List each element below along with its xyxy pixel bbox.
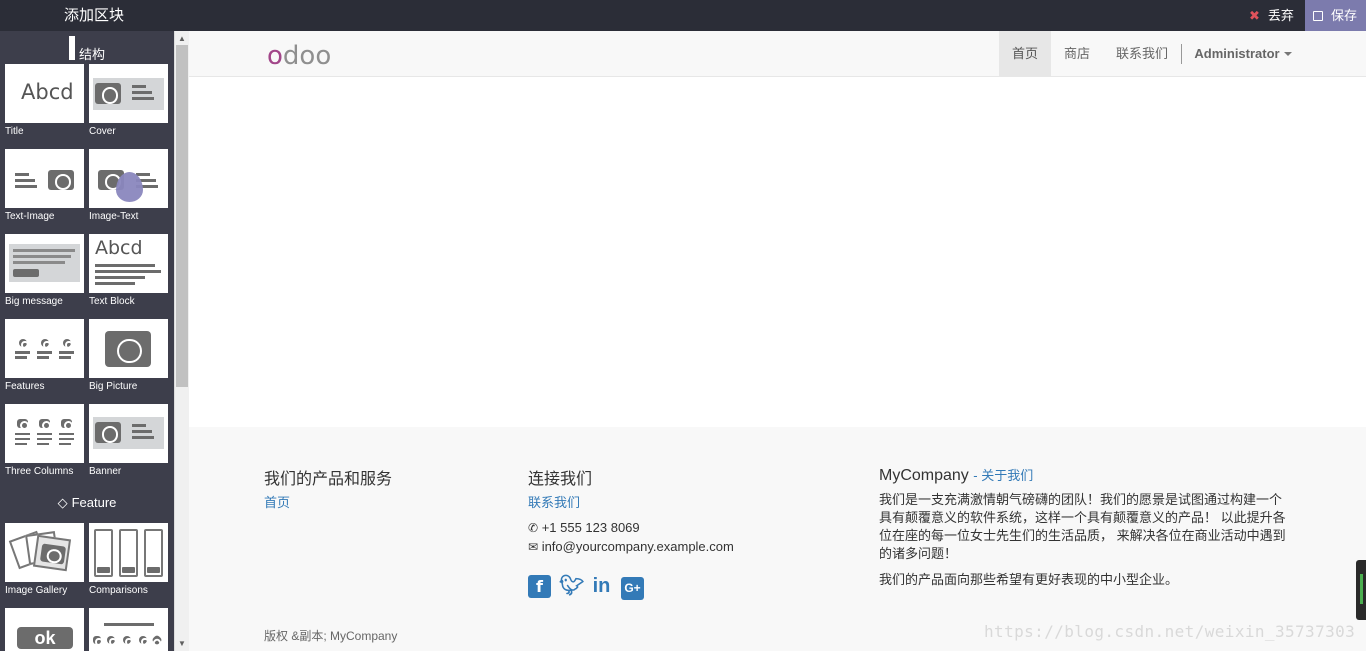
sidebar-scrollbar[interactable]: ▲ ▼ xyxy=(174,31,189,651)
snippet-text-block[interactable]: Abcd Text Block xyxy=(89,234,168,307)
features-icon xyxy=(5,319,84,378)
snippet-share[interactable] xyxy=(89,608,168,651)
about-paragraph: 我们是一支充满激情朝气磅礴的团队！我们的愿景是试图通过构建一个具有颠覆意义的软件… xyxy=(879,492,1286,561)
phone-icon: ✆ xyxy=(528,521,539,535)
email-address[interactable]: info@yourcompany.example.com xyxy=(542,539,734,554)
save-label: 保存 xyxy=(1331,8,1358,23)
th-large-icon xyxy=(68,36,75,60)
close-icon: ✖ xyxy=(1249,8,1260,23)
floppy-disk-icon xyxy=(1313,11,1323,21)
editor-topbar: 添加区块 ✖ 丢弃 保存 xyxy=(0,0,1366,31)
snippet-text-image[interactable]: Text-Image xyxy=(5,149,84,222)
snippet-title[interactable]: Abcd Title xyxy=(5,64,84,137)
caret-down-icon xyxy=(1283,52,1292,56)
gallery-icon xyxy=(5,523,84,582)
drag-cursor-indicator xyxy=(116,172,143,202)
footer-home-link[interactable]: 首页 xyxy=(264,492,290,511)
footer-about: 我们是一支充满激情朝气磅礴的团队！我们的愿景是试图通过构建一个具有颠覆意义的软件… xyxy=(879,491,1293,589)
discard-button[interactable]: ✖ 丢弃 xyxy=(1241,0,1305,31)
copyright: 版权 &副本; MyCompany xyxy=(264,629,398,643)
snippet-label: Title xyxy=(5,126,24,137)
ok-button-icon: ok xyxy=(5,608,84,651)
snippet-label: Cover xyxy=(89,126,116,137)
facebook-icon[interactable]: f xyxy=(528,575,551,598)
odoo-logo[interactable]: odoo xyxy=(267,41,331,71)
snippet-button[interactable]: ok xyxy=(5,608,84,651)
snippet-label: Comparisons xyxy=(89,585,148,596)
side-widget[interactable] xyxy=(1356,560,1366,620)
snippet-label: Features xyxy=(5,381,45,392)
scrollbar-thumb[interactable] xyxy=(176,45,188,387)
nav-home[interactable]: 首页 xyxy=(999,31,1051,76)
big-message-icon xyxy=(5,234,84,293)
discard-label: 丢弃 xyxy=(1267,8,1294,23)
footer-contact-link[interactable]: 联系我们 xyxy=(528,492,580,511)
camera-icon xyxy=(89,319,168,378)
google-plus-icon[interactable]: G+ xyxy=(621,577,644,600)
snippet-cover[interactable]: Cover xyxy=(89,64,168,137)
save-button[interactable]: 保存 xyxy=(1305,0,1366,31)
feature-title: Feature xyxy=(71,495,117,510)
structure-section-header: 结构 xyxy=(0,36,174,63)
snippet-image-gallery[interactable]: Image Gallery xyxy=(5,523,84,596)
footer-phone: ✆ +1 555 123 8069 xyxy=(528,520,640,535)
share-icon xyxy=(89,608,168,651)
about-us-link[interactable]: - 关于我们 xyxy=(973,468,1033,483)
snippet-big-picture[interactable]: Big Picture xyxy=(89,319,168,392)
text-camera-icon xyxy=(5,149,84,208)
social-links: f 🐦︎ in G+ xyxy=(528,575,652,600)
company-name: MyCompany xyxy=(879,467,969,484)
envelope-icon: ✉ xyxy=(528,540,539,554)
watermark: https://blog.csdn.net/weixin_35737303 xyxy=(984,622,1356,641)
snippet-label: Image Gallery xyxy=(5,585,68,596)
snippet-banner[interactable]: Banner xyxy=(89,404,168,477)
structure-title: 结构 xyxy=(78,47,105,62)
footer-email: ✉ info@yourcompany.example.com xyxy=(528,539,734,554)
snippet-label: Three Columns xyxy=(5,466,74,477)
snippet-big-message[interactable]: Big message xyxy=(5,234,84,307)
feature-section-header: ◇ Feature xyxy=(0,495,174,511)
snippet-label: Text Block xyxy=(89,296,135,307)
abcd-icon: Abcd xyxy=(5,64,84,123)
site-navbar: odoo 首页 商店 联系我们 Administrator xyxy=(189,31,1366,77)
snippet-sidebar: 结构 Abcd Title Cover Text-Image Image-Tex… xyxy=(0,31,174,651)
scroll-up-icon[interactable]: ▲ xyxy=(178,34,186,43)
banner-icon xyxy=(89,404,168,463)
snippet-label: Big message xyxy=(5,296,63,307)
nav-user-menu[interactable]: Administrator xyxy=(1191,31,1295,76)
diamond-icon: ◇ xyxy=(57,495,68,510)
footer-company-title: MyCompany - 关于我们 xyxy=(879,465,1033,485)
add-block-title: 添加区块 xyxy=(63,7,124,24)
site-footer: 我们的产品和服务 首页 连接我们 联系我们 ✆ +1 555 123 8069 … xyxy=(189,427,1366,651)
snippet-comparisons[interactable]: Comparisons xyxy=(89,523,168,596)
abcd-text-icon: Abcd xyxy=(89,234,168,293)
snippet-label: Text-Image xyxy=(5,211,55,222)
camera-text-icon xyxy=(89,64,168,123)
nav-divider xyxy=(1181,44,1182,64)
footer-products-title: 我们的产品和服务 xyxy=(264,471,393,488)
about-paragraph: 我们的产品面向那些希望有更好表现的中小型企业。 xyxy=(879,572,1179,587)
snippet-three-columns[interactable]: Three Columns xyxy=(5,404,84,477)
three-columns-icon xyxy=(5,404,84,463)
footer-connect-title: 连接我们 xyxy=(528,471,593,488)
nav-shop[interactable]: 商店 xyxy=(1059,31,1095,76)
snippet-label: Banner xyxy=(89,466,122,477)
nav-contact[interactable]: 联系我们 xyxy=(1113,31,1171,76)
scroll-down-icon[interactable]: ▼ xyxy=(178,639,186,648)
phone-number: +1 555 123 8069 xyxy=(541,520,640,535)
snippet-label: Image-Text xyxy=(89,211,139,222)
user-name: Administrator xyxy=(1194,46,1280,61)
snippet-label: Big Picture xyxy=(89,381,138,392)
linkedin-icon[interactable]: in xyxy=(590,575,613,598)
snippet-features[interactable]: Features xyxy=(5,319,84,392)
twitter-icon[interactable]: 🐦︎ xyxy=(559,575,584,598)
comparisons-icon xyxy=(89,523,168,582)
